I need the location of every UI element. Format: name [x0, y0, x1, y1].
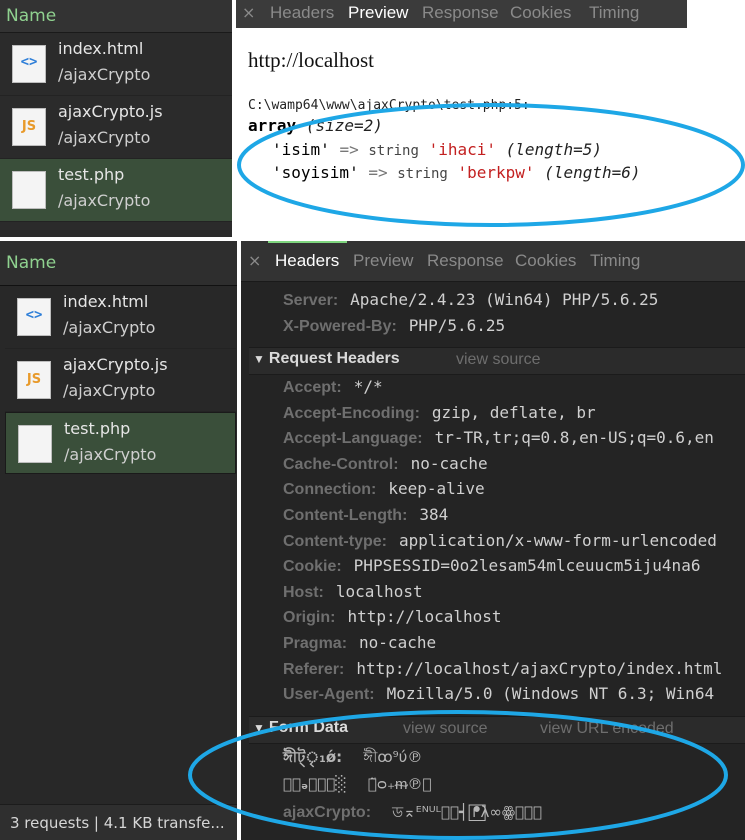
highlight-ellipse	[188, 710, 728, 840]
annotation-overlay	[188, 103, 745, 840]
highlight-ellipse	[237, 103, 745, 227]
